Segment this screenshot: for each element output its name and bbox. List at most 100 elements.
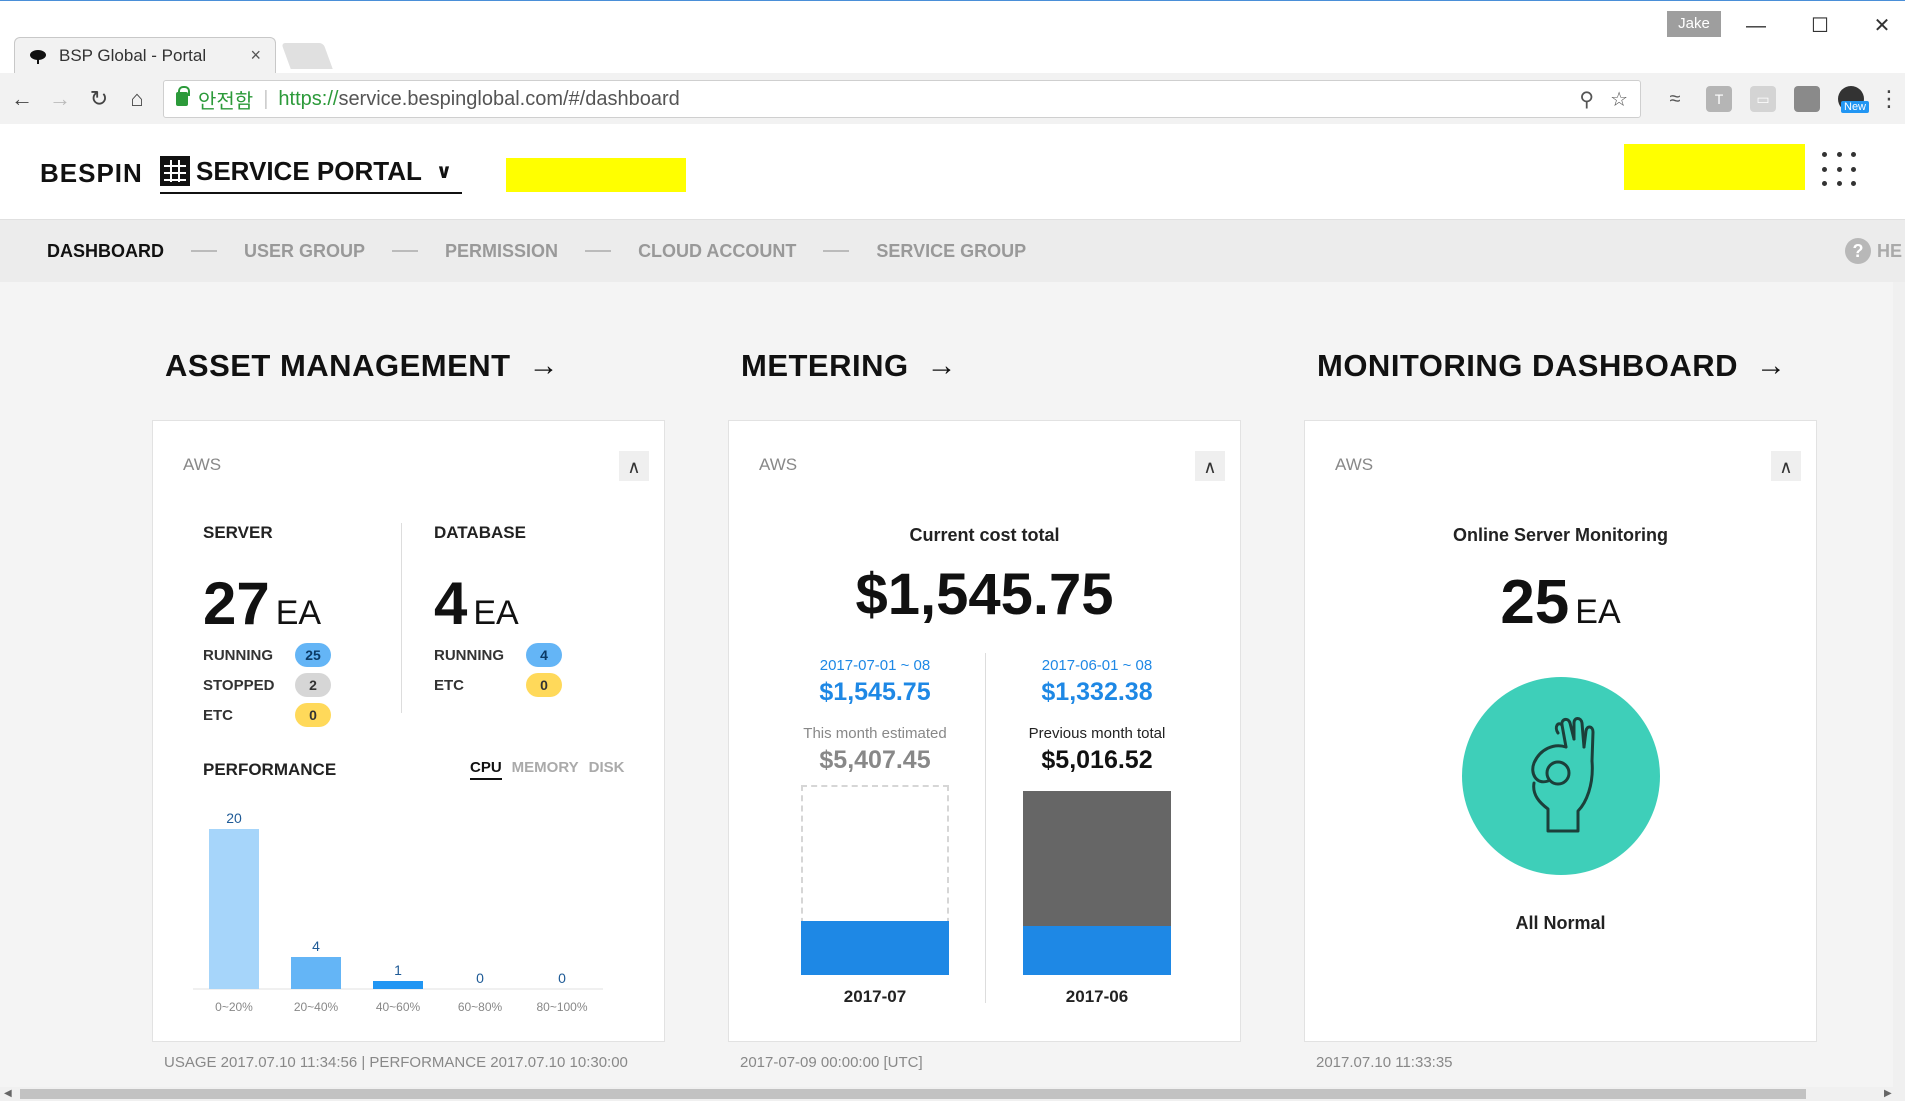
shield-extension-icon[interactable] [1794,86,1820,112]
metering-divider [985,653,986,1003]
nav-permission[interactable]: PERMISSION [445,241,558,262]
maximize-icon[interactable]: ☐ [1800,11,1840,41]
reload-icon[interactable]: ↻ [83,83,115,115]
prev-total-label: Previous month total [1028,725,1166,742]
performance-label: PERFORMANCE [203,760,337,779]
status-circle [1462,677,1660,875]
chart-value-label: 0 [476,970,484,986]
metering-title: METERING [741,348,909,383]
card-provider-tag: AWS [183,455,222,474]
tab-strip: BSP Global - Portal × Jake — ☐ ✕ [0,1,1905,73]
secure-label: 안전함 [198,90,254,113]
app-header: BESPIN SERVICE PORTAL ∨ [0,124,1905,220]
profile-badge[interactable]: Jake [1667,11,1721,37]
db-running-row: RUNNING 4 [434,643,562,667]
nav-cloud-account[interactable]: CLOUD ACCOUNT [638,241,796,262]
prev-period-dates: 2017-06-01 ~ 08 [1041,657,1153,674]
star-icon[interactable]: ☆ [1610,87,1628,112]
scroll-right-icon[interactable]: ▶ [1884,1087,1892,1101]
server-running-row: RUNNING 25 [203,643,331,667]
tab-cpu[interactable]: CPU [470,759,502,780]
zoom-icon[interactable]: ⚲ [1579,87,1594,112]
monitoring-card: AWS ∧ Online Server Monitoring 25 EA All… [1304,420,1817,1042]
metering-title-link[interactable]: METERING → [741,348,957,384]
section-nav: DASHBOARD USER GROUP PERMISSION CLOUD AC… [0,220,1905,282]
prev-period-amount: $1,332.38 [1041,678,1153,706]
etc-badge: 0 [295,703,331,727]
nav-separator [191,250,217,252]
chart-bar [291,957,341,989]
help-icon: ? [1845,238,1871,264]
asset-title-link[interactable]: ASSET MANAGEMENT → [165,348,559,384]
scroll-left-icon[interactable]: ◀ [4,1087,12,1101]
favicon-cloud-icon [30,49,46,64]
card-provider-tag: AWS [1335,455,1374,474]
chart-category-label: 20~40% [294,1000,339,1014]
minimize-icon[interactable]: — [1736,11,1776,41]
current-month-fill [801,921,949,975]
browser-tab[interactable]: BSP Global - Portal × [14,37,276,73]
horizontal-scrollbar[interactable]: ◀ ▶ [0,1087,1905,1101]
previous-month-label: 2017-06 [1065,987,1129,1006]
running-badge: 4 [526,643,562,667]
monitoring-title: MONITORING DASHBOARD [1317,348,1739,383]
nav-service-group[interactable]: SERVICE GROUP [876,241,1026,262]
apps-grid-icon[interactable] [1822,152,1858,188]
browser-toolbar: ← → ↻ ⌂ 안전함 | https:// service.bespinglo… [0,73,1905,125]
previous-month-fill [1023,926,1171,975]
stopped-badge: 2 [295,673,331,697]
browser-chrome: BSP Global - Portal × Jake — ☐ ✕ ← → ↻ ⌂… [0,0,1905,125]
forward-icon[interactable]: → [44,83,76,115]
scrollbar-thumb[interactable] [20,1089,1806,1099]
column-divider [401,523,402,713]
portal-selector[interactable]: SERVICE PORTAL ∨ [160,150,463,194]
nav-dashboard[interactable]: DASHBOARD [47,241,164,262]
new-tab-button[interactable] [281,43,333,69]
chart-value-label: 1 [394,962,402,978]
url-scheme: https:// [278,87,339,110]
back-icon[interactable]: ← [6,83,38,115]
vertical-scrollbar[interactable] [1893,282,1905,1087]
monitoring-count: 25 EA [1500,568,1621,637]
chart-value-label: 4 [312,938,320,954]
asset-card: AWS ∧ SERVER 27 EA RUNNING 25 STOPPED 2 E… [152,420,665,1042]
help-button[interactable]: ? HE [1845,238,1902,264]
collapse-chevron-up-icon[interactable]: ∧ [619,451,649,481]
performance-tabs: CPU MEMORY DISK [470,759,624,780]
nav-user-group[interactable]: USER GROUP [244,241,365,262]
brand-logo[interactable]: BESPIN [40,158,143,189]
omnibox-divider: | [263,87,269,110]
chart-bar [209,829,259,989]
screen-extension-icon[interactable]: ▭ [1750,86,1776,112]
database-label: DATABASE [434,523,526,542]
etc-badge: 0 [526,673,562,697]
monitoring-timestamp: 2017.07.10 11:33:35 [1316,1054,1453,1071]
address-bar[interactable]: 안전함 | https:// service.bespinglobal.com/… [163,80,1641,118]
card-provider-tag: AWS [759,455,798,474]
redacted-highlight-right [1624,144,1805,190]
current-month-label: 2017-07 [843,987,907,1006]
chart-value-label: 0 [558,970,566,986]
chart-bar [373,981,423,989]
cost-total-value: $1,545.75 [855,562,1114,627]
arrow-right-icon: → [528,349,560,382]
browser-menu-icon[interactable]: ⋮ [1878,83,1900,115]
monitoring-title-link[interactable]: MONITORING DASHBOARD → [1317,348,1787,384]
current-period-dates: 2017-07-01 ~ 08 [819,657,931,674]
home-icon[interactable]: ⌂ [121,83,153,115]
t-extension-icon[interactable]: T [1706,86,1732,112]
collapse-chevron-up-icon[interactable]: ∧ [1771,451,1801,481]
collapse-chevron-up-icon[interactable]: ∧ [1195,451,1225,481]
arrow-right-icon: → [1756,349,1787,382]
server-count: 27 EA [203,570,322,637]
sync-extension-icon[interactable]: ≈ [1662,86,1688,112]
arrow-right-icon: → [926,349,958,382]
nav-separator [823,250,850,252]
close-window-icon[interactable]: ✕ [1862,11,1902,41]
tab-memory[interactable]: MEMORY [512,759,579,780]
tab-disk[interactable]: DISK [589,759,625,780]
lock-icon [176,86,190,106]
tab-close-icon[interactable]: × [250,45,261,66]
estimated-amount: $5,407.45 [819,746,931,774]
asset-timestamp: USAGE 2017.07.10 11:34:56 | PERFORMANCE … [164,1054,628,1071]
